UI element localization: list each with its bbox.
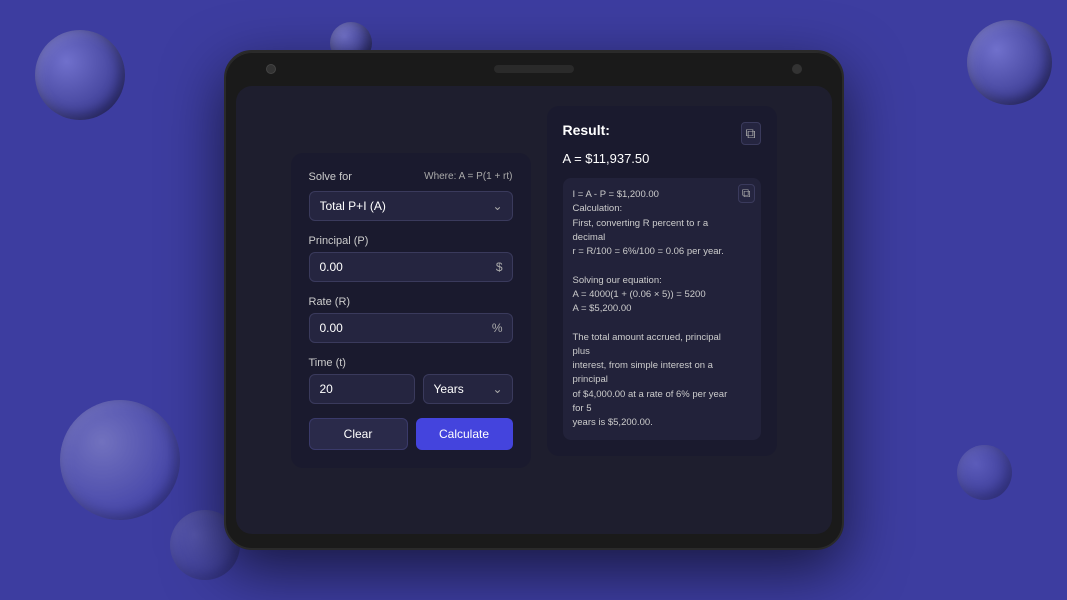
principal-input[interactable] — [309, 252, 513, 282]
rate-input[interactable] — [309, 313, 513, 343]
clear-button[interactable]: Clear — [309, 418, 408, 450]
detail-line11: interest, from simple interest on a prin… — [573, 360, 713, 385]
principal-label: Principal (P) — [309, 235, 513, 247]
formula-label: Where: A = P(1 + rt) — [424, 171, 512, 182]
result-detail-box: ⧉ I = A - P = $1,200.00 Calculation: Fir… — [563, 178, 761, 440]
result-title: Result: — [563, 122, 610, 138]
calculator-card: Solve for Where: A = P(1 + rt) Total P+I… — [291, 153, 531, 468]
result-card: Result: ⧉ A = $11,937.50 ⧉ I = A - P = $… — [547, 106, 777, 456]
tablet-camera — [266, 64, 276, 74]
principal-suffix-icon: $ — [496, 260, 503, 274]
detail-line3: First, converting R percent to r a decim… — [573, 218, 709, 243]
result-header: Result: ⧉ — [563, 122, 761, 145]
background-orb-6 — [957, 445, 1012, 500]
solve-for-select-wrapper[interactable]: Total P+I (A) Principal (P) Rate (R) Tim… — [309, 191, 513, 221]
tablet-screen: Solve for Where: A = P(1 + rt) Total P+I… — [236, 86, 832, 534]
time-input-wrapper — [309, 374, 415, 404]
detail-line13: years is $5,200.00. — [573, 417, 653, 428]
time-unit-select-wrapper[interactable]: Years Months Days ⌄ — [423, 374, 513, 404]
background-orb-1 — [35, 30, 125, 120]
result-detail-copy-icon[interactable]: ⧉ — [738, 184, 755, 203]
detail-line4: r = R/100 = 6%/100 = 0.06 per year. — [573, 246, 724, 257]
solve-for-select[interactable]: Total P+I (A) Principal (P) Rate (R) Tim… — [309, 191, 513, 221]
tablet-frame: Solve for Where: A = P(1 + rt) Total P+I… — [224, 50, 844, 550]
result-main-value: A = $11,937.50 — [563, 151, 761, 166]
detail-line2: Calculation: — [573, 203, 623, 214]
detail-line10: The total amount accrued, principal plus — [573, 332, 721, 357]
result-copy-icon[interactable]: ⧉ — [741, 122, 761, 145]
detail-line12: of $4,000.00 at a rate of 6% per year fo… — [573, 389, 728, 414]
detail-line7: A = 4000(1 + (0.06 × 5)) = 5200 — [573, 289, 706, 300]
detail-line8: A = $5,200.00 — [573, 303, 632, 314]
buttons-row: Clear Calculate — [309, 418, 513, 450]
detail-line6: Solving our equation: — [573, 275, 662, 286]
rate-input-wrapper: % — [309, 313, 513, 343]
background-orb-3 — [967, 20, 1052, 105]
time-row: Years Months Days ⌄ — [309, 374, 513, 404]
result-detail-text: I = A - P = $1,200.00 Calculation: First… — [573, 188, 751, 430]
tablet-sensor — [792, 64, 802, 74]
calculate-button[interactable]: Calculate — [416, 418, 513, 450]
rate-label: Rate (R) — [309, 296, 513, 308]
time-label: Time (t) — [309, 357, 513, 369]
principal-input-wrapper: $ — [309, 252, 513, 282]
tablet-top-bar — [226, 52, 842, 86]
background-orb-4 — [60, 400, 180, 520]
tablet-speaker — [494, 65, 574, 73]
time-input[interactable] — [309, 374, 415, 404]
rate-suffix-icon: % — [492, 321, 503, 335]
solve-for-label: Solve for — [309, 171, 352, 183]
solve-for-header: Solve for Where: A = P(1 + rt) — [309, 171, 513, 183]
time-unit-select[interactable]: Years Months Days — [423, 374, 513, 404]
detail-line1: I = A - P = $1,200.00 — [573, 189, 659, 200]
